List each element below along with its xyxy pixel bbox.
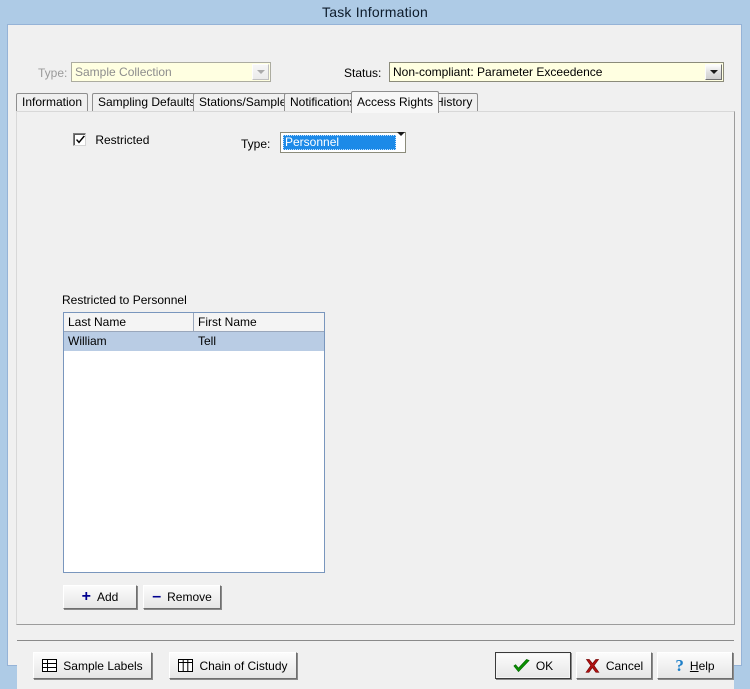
access-rights-panel: Restricted Type: Personnel Restricted to… [16,111,735,625]
window-title-bar: Task Information [0,0,750,24]
minus-icon: – [152,589,161,605]
type-combobox[interactable]: Sample Collection [71,62,271,82]
tab-information[interactable]: Information [16,93,88,112]
ok-button[interactable]: OK [495,652,571,679]
column-header-last-name[interactable]: Last Name [64,313,194,332]
status-label: Status: [344,65,381,81]
close-x-icon [585,659,600,673]
chevron-down-icon[interactable] [252,64,269,80]
chevron-down-icon[interactable] [705,64,722,80]
checkmark-icon [513,659,530,673]
ok-button-label: OK [536,659,553,673]
personnel-list[interactable]: Last Name First Name William Tell [63,312,325,573]
chain-of-custody-label: Chain of Cistudy [199,659,287,673]
chain-of-custody-button[interactable]: Chain of Cistudy [169,652,297,679]
tab-stations-samples[interactable]: Stations/Samples [193,93,298,112]
column-header-first-name[interactable]: First Name [194,313,324,332]
cancel-button-label: Cancel [606,659,643,673]
restricted-checkbox[interactable] [73,133,86,146]
tab-sampling-defaults[interactable]: Sampling Defaults [92,93,201,112]
question-mark-icon: ? [675,657,684,674]
sample-labels-button[interactable]: Sample Labels [33,652,152,679]
tab-access-rights[interactable]: Access Rights [351,91,439,113]
help-button-label: Help [690,659,715,673]
restricted-to-label: Restricted to Personnel [62,292,187,308]
restricted-checkbox-row[interactable]: Restricted [73,133,149,147]
remove-button[interactable]: – Remove [143,585,221,609]
type-combobox-value: Sample Collection [72,63,252,81]
columns-grid-icon [178,659,193,672]
cell-last-name: William [64,332,194,351]
tab-notifications[interactable]: Notifications [284,93,361,112]
page-title: Task Information [322,4,428,20]
sample-labels-label: Sample Labels [63,659,142,673]
help-button[interactable]: ? Help [657,652,733,679]
cancel-button[interactable]: Cancel [576,652,652,679]
access-type-label: Type: [241,136,270,152]
table-grid-icon [42,659,57,672]
tab-strip: Information Sampling Defaults Stations/S… [16,91,735,112]
dialog-client-area: Type: Sample Collection Status: Non-comp… [7,24,742,666]
task-information-window: Task Information Type: Sample Collection… [0,0,750,673]
cell-first-name: Tell [194,332,324,351]
status-combobox-value: Non-compliant: Parameter Exceedence [390,63,705,81]
list-rows: William Tell [64,332,324,351]
status-combobox[interactable]: Non-compliant: Parameter Exceedence [389,62,724,82]
table-row[interactable]: William Tell [64,332,324,351]
type-label: Type: [38,65,67,81]
plus-icon: + [82,589,91,605]
remove-button-label: Remove [167,590,212,604]
chevron-down-icon[interactable] [397,136,405,150]
access-type-combobox[interactable]: Personnel [280,132,406,153]
list-header-row: Last Name First Name [64,313,324,332]
checkmark-icon [75,135,86,146]
add-button-label: Add [97,590,118,604]
add-button[interactable]: + Add [63,585,137,609]
access-type-combobox-value: Personnel [283,135,396,150]
restricted-label: Restricted [95,133,149,147]
